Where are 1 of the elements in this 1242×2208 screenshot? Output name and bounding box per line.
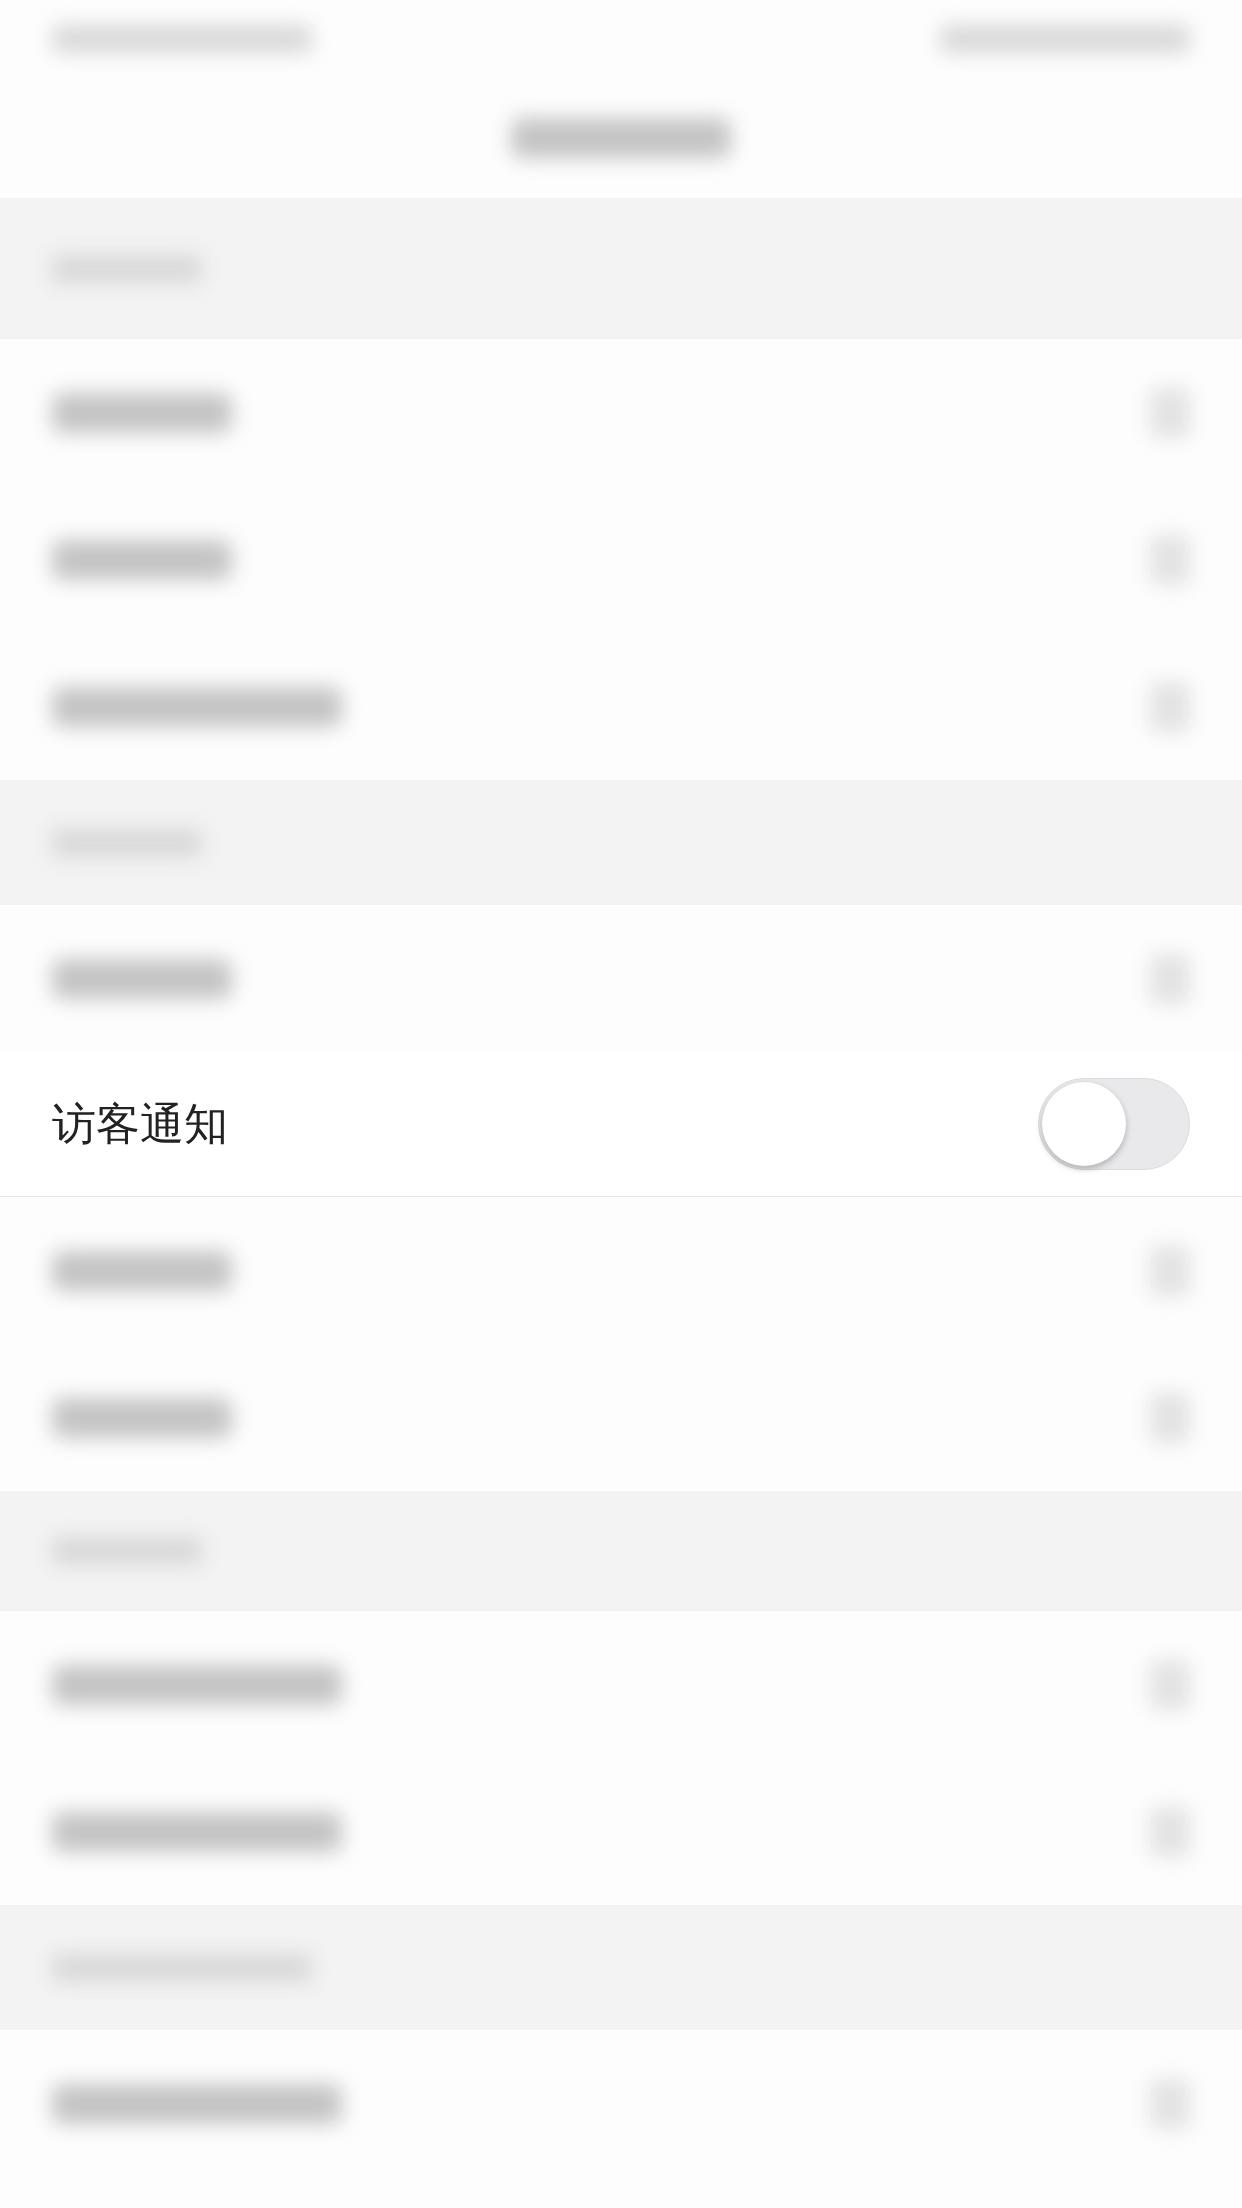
setting-label: 访客通知 <box>52 1097 228 1151</box>
